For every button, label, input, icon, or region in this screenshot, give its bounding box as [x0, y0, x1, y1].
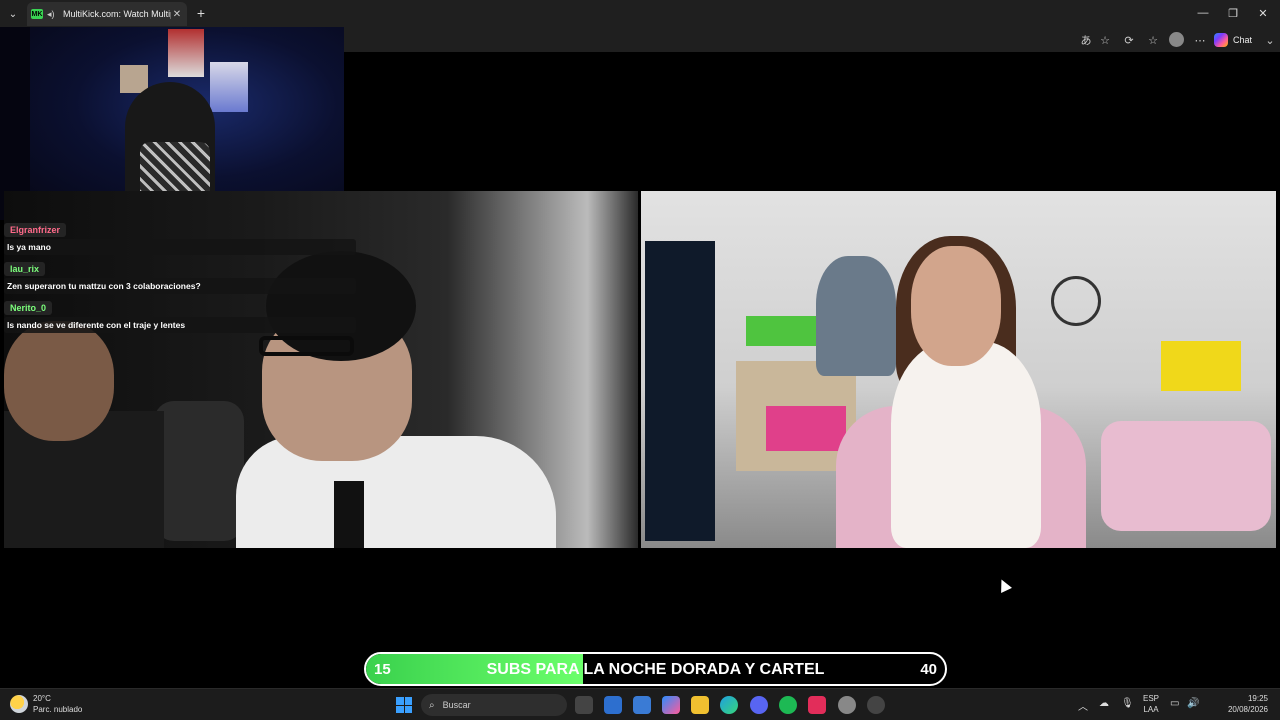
extensions-icon[interactable]: ⟳: [1121, 32, 1137, 48]
tab-close-icon[interactable]: ✕: [171, 9, 183, 20]
copilot-icon: [1214, 32, 1228, 47]
chat-text: ls nando se ve diferente con el traje y …: [4, 317, 356, 333]
microphone-icon[interactable]: 🎙: [1121, 698, 1134, 709]
browser-tab[interactable]: MK ◂) MultiKick.com: Watch Multiple ✕: [27, 2, 187, 26]
search-placeholder: Buscar: [442, 700, 471, 710]
date: 20/08/2026: [1227, 705, 1268, 714]
fan: [1051, 276, 1101, 326]
woman-face: [911, 246, 1001, 366]
weather-description: Parc. nublado: [33, 705, 83, 714]
browser-toolbar: あ ☆ ⟳ ☆ ⋯ Chat ⌄: [344, 27, 1280, 52]
clock[interactable]: 19:25 20/08/2026: [1200, 693, 1268, 715]
profile-avatar[interactable]: [1169, 32, 1184, 47]
chat-message: Nerito_0 ls nando se ve diferente con el…: [4, 298, 356, 333]
poster-image: [168, 29, 204, 77]
notes-app-icon[interactable]: [604, 696, 622, 714]
time: 19:25: [1247, 694, 1268, 703]
tray-overflow-icon[interactable]: ︿: [1078, 698, 1088, 713]
poster-image: [210, 62, 248, 112]
tab-title: MultiKick.com: Watch Multiple: [63, 9, 171, 19]
sub-goal-label: SUBS PARA LA NOCHE DORADA Y CARTEL: [486, 661, 825, 678]
favorites-icon[interactable]: ☆: [1145, 32, 1161, 48]
multikick-favicon-icon: MK: [31, 9, 43, 19]
person-background: [816, 256, 896, 376]
windows-taskbar: 20°C Parc. nublado ⌕ Buscar ︿ ☁ 🎙 ESP LA…: [0, 688, 1280, 720]
stream-right-video[interactable]: [641, 191, 1276, 548]
store-app-icon[interactable]: [633, 696, 651, 714]
car-seat: [154, 401, 244, 541]
white-dress: [891, 341, 1041, 548]
partly-cloudy-icon: [10, 695, 28, 713]
spotify-icon[interactable]: [779, 696, 797, 714]
volume-icon[interactable]: 🔊: [1187, 698, 1199, 709]
new-tab-button[interactable]: +: [192, 4, 210, 22]
pink-chair: [1101, 421, 1271, 531]
sub-goal-target: 40: [920, 661, 937, 678]
person-dark-dress: [645, 241, 715, 541]
copilot-app-icon[interactable]: [662, 696, 680, 714]
white-shirt: [236, 436, 556, 548]
search-icon: ⌕: [429, 699, 435, 711]
green-bag: [746, 316, 816, 346]
edge-browser-icon[interactable]: [720, 696, 738, 714]
chat-message: Elgranfrizer ls ya mano: [4, 220, 356, 255]
onedrive-icon[interactable]: ☁: [1099, 698, 1109, 709]
black-tie: [334, 481, 364, 548]
copilot-chat-button[interactable]: Chat: [1214, 31, 1252, 48]
chat-username: Elgranfrizer: [4, 223, 67, 237]
chat-label: Chat: [1233, 34, 1253, 45]
temperature: 20°C: [33, 694, 51, 703]
translate-icon[interactable]: あ: [1078, 32, 1094, 48]
taskbar-search[interactable]: ⌕ Buscar: [421, 694, 567, 716]
pink-item: [766, 406, 846, 451]
weather-widget[interactable]: 20°C Parc. nublado: [10, 693, 82, 715]
app-icon[interactable]: [838, 696, 856, 714]
lang-code: ESP: [1143, 694, 1160, 703]
network-icon[interactable]: ▭: [1170, 698, 1179, 709]
chat-username: lau_rix: [4, 262, 46, 276]
sub-goal-bar: 15 SUBS PARA LA NOCHE DORADA Y CARTEL 40: [364, 652, 947, 686]
lang-layout: LAA: [1143, 705, 1159, 714]
discord-icon[interactable]: [750, 696, 768, 714]
tab-actions-button[interactable]: ⌄: [4, 5, 22, 23]
screen: ⌄ MK ◂) MultiKick.com: Watch Multiple ✕ …: [0, 0, 1280, 720]
chat-overlay: Elgranfrizer ls ya mano lau_rix Zen supe…: [4, 220, 356, 337]
restore-button[interactable]: ❐: [1218, 4, 1248, 22]
chat-text: ls ya mano: [4, 239, 356, 255]
glasses: [259, 336, 354, 356]
person-left-face: [4, 321, 114, 441]
more-options-icon[interactable]: ⋯: [1192, 32, 1208, 48]
browser-titlebar: ⌄ MK ◂) MultiKick.com: Watch Multiple ✕ …: [0, 0, 1280, 27]
task-view-icon[interactable]: [575, 696, 593, 714]
mouse-cursor-icon: [996, 577, 1012, 593]
chat-username: Nerito_0: [4, 301, 53, 315]
close-window-button[interactable]: ✕: [1248, 4, 1278, 22]
obs-icon[interactable]: [867, 696, 885, 714]
minimize-button[interactable]: —: [1188, 4, 1218, 22]
speaker-icon[interactable]: ◂): [47, 9, 59, 20]
file-explorer-icon[interactable]: [691, 696, 709, 714]
tiktok-icon[interactable]: [808, 696, 826, 714]
chat-message: lau_rix Zen superaron tu mattzu con 3 co…: [4, 259, 356, 294]
chat-text: Zen superaron tu mattzu con 3 colaboraci…: [4, 278, 356, 294]
language-indicator[interactable]: ESP LAA: [1143, 693, 1159, 715]
windows-start-icon[interactable]: [396, 697, 412, 713]
sidebar-toggle-icon[interactable]: ⌄: [1262, 32, 1278, 48]
favorite-star-icon[interactable]: ☆: [1097, 32, 1113, 48]
yellow-bag: [1161, 341, 1241, 391]
